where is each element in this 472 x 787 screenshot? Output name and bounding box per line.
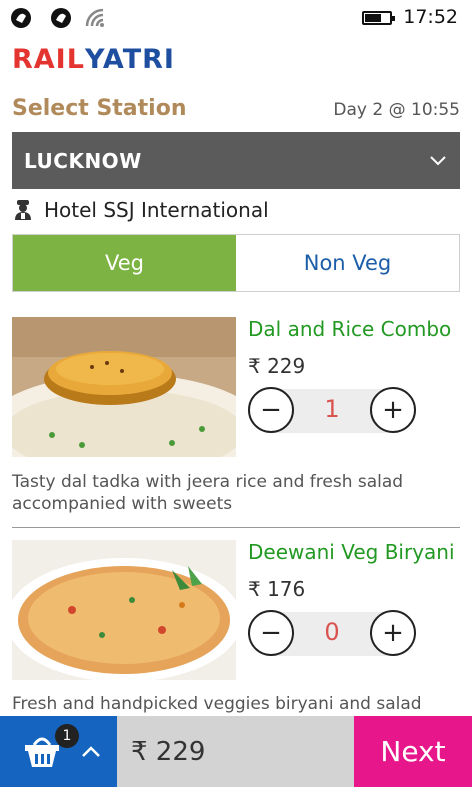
hotel-name: Hotel SSJ International [44,198,269,222]
status-time: 17:52 [403,6,458,28]
item-title: Deewani Veg Biryani [248,540,455,564]
logo-yatri-text: YATRI [84,43,175,75]
railyatri-logo: RAIL YATRI [12,42,175,76]
item-divider [12,527,460,528]
quantity-value: 0 [324,618,340,646]
wifi-icon [85,8,104,27]
item-title: Dal and Rice Combo [248,317,452,341]
decrease-quantity-button[interactable]: − [248,610,294,656]
cart-bar: 1 ₹ 229 Next [0,716,472,787]
journey-day-time: Day 2 @ 10:55 [333,100,460,120]
quantity-value: 1 [324,395,340,423]
tab-veg[interactable]: Veg [13,235,236,291]
veg-filter-toggle: Veg Non Veg [12,234,460,292]
status-bar: 17:52 [0,0,472,36]
increase-quantity-button[interactable]: + [370,387,416,433]
tab-non-veg[interactable]: Non Veg [236,235,459,291]
item-description: Tasty dal tadka with jeera rice and fres… [12,472,404,514]
station-dropdown[interactable]: LUCKNOW [12,132,460,189]
menu-item: Dal and Rice Combo ₹ 229 − 1 + Tasty dal… [12,317,460,517]
quantity-stepper: − 0 + [248,610,420,658]
item-price: ₹ 229 [248,354,306,378]
notification-icon [51,8,71,28]
battery-icon [362,11,395,25]
increase-quantity-button[interactable]: + [370,610,416,656]
veg-biryani-image [12,540,236,680]
cart-total: ₹ 229 [117,716,354,787]
station-name: LUCKNOW [24,148,142,173]
cart-button[interactable]: 1 [0,716,117,787]
chef-icon [15,200,31,220]
item-price: ₹ 176 [248,577,306,601]
dal-rice-image [12,317,236,457]
menu-item: Deewani Veg Biryani ₹ 176 − 0 + Fresh an… [12,540,460,736]
notification-icon [11,8,31,28]
chevron-up-icon[interactable] [80,741,102,763]
decrease-quantity-button[interactable]: − [248,387,294,433]
cart-count-badge: 1 [55,724,79,748]
hotel-row: Hotel SSJ International [12,196,269,224]
logo-rail-text: RAIL [12,43,85,75]
quantity-stepper: − 1 + [248,387,420,435]
chevron-down-icon [430,155,446,165]
page-title: Select Station [12,96,187,121]
next-button[interactable]: Next [354,716,472,787]
